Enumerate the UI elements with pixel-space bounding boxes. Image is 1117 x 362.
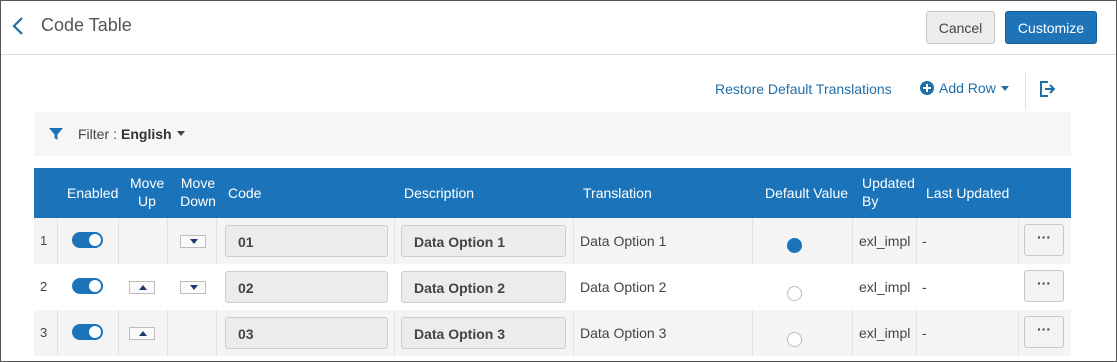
row-actions-button[interactable]: ··· [1024,316,1064,348]
plus-circle-icon [920,81,934,95]
updated-by-text: exl_impl [859,233,911,249]
code-table-page: Code Table Cancel Customize Restore Defa… [0,0,1117,362]
row-actions-button[interactable]: ··· [1024,270,1064,302]
toolbar-divider [1025,73,1026,109]
column-divider [118,310,119,356]
caret-down-icon [1000,85,1009,91]
header-move-up: Move Up [130,175,165,209]
column-divider [1018,310,1019,356]
caret-down-icon[interactable] [177,131,185,136]
column-divider [118,218,119,264]
last-updated-text: - [922,233,927,249]
description-field[interactable]: Data Option 2 [401,271,566,303]
translation-text: Data Option 3 [580,325,667,341]
header-code: Code [228,185,262,201]
column-divider [57,218,58,264]
translation-text: Data Option 2 [580,279,667,295]
column-divider [573,218,574,264]
updated-by-text: exl_impl [859,279,911,295]
description-field[interactable]: Data Option 1 [401,225,566,257]
code-field[interactable]: 01 [225,225,388,257]
add-row-button[interactable]: Add Row [920,80,1009,96]
code-field[interactable]: 03 [225,317,388,349]
translation-text: Data Option 1 [580,233,667,249]
customize-button[interactable]: Customize [1005,11,1097,44]
move-down-button[interactable] [180,235,206,248]
move-down-button[interactable] [180,281,206,294]
enabled-toggle[interactable] [72,278,103,294]
add-row-label: Add Row [939,80,996,96]
code-table: Enabled Move Up Move Down Code Descripti… [34,168,1071,356]
header-last-updated: Last Updated [926,185,1010,201]
arrow-down-icon [190,285,198,290]
column-divider [57,310,58,356]
header-enabled: Enabled [67,185,119,201]
column-divider [916,218,917,264]
column-divider [167,310,168,356]
page-title: Code Table [41,15,132,35]
column-divider [1018,218,1019,264]
column-divider [394,218,395,264]
arrow-down-icon [190,239,198,244]
column-divider [852,310,853,356]
export-icon[interactable] [1038,80,1056,98]
row-number: 2 [40,279,48,294]
enabled-toggle[interactable] [72,324,103,340]
move-up-button[interactable] [129,281,155,294]
header-default-value: Default Value [765,185,849,201]
table-row: 1 01 Data Option 1 Data Option 1 exl_imp… [34,218,1071,264]
column-divider [216,310,217,356]
column-divider [167,218,168,264]
row-number: 3 [40,325,48,340]
column-divider [752,218,753,264]
row-number: 1 [40,233,48,248]
filter-language-dropdown[interactable]: English [121,126,172,142]
filter-funnel-icon [49,128,63,140]
description-field[interactable]: Data Option 3 [401,317,566,349]
updated-by-text: exl_impl [859,325,911,341]
default-value-radio[interactable] [787,286,802,301]
column-divider [394,310,395,356]
row-actions-button[interactable]: ··· [1024,224,1064,256]
cancel-button[interactable]: Cancel [926,11,995,44]
code-field[interactable]: 02 [225,271,388,303]
filter-bar: Filter : English [34,112,1071,156]
page-header: Code Table Cancel Customize [1,1,1116,55]
arrow-up-icon [139,331,147,336]
table-header: Enabled Move Up Move Down Code Descripti… [34,168,1071,218]
enabled-toggle[interactable] [72,232,103,248]
header-updated-by: Updated By [862,175,915,209]
last-updated-text: - [922,279,927,295]
header-move-down: Move Down [180,175,216,209]
column-divider [852,218,853,264]
back-arrow-icon[interactable] [11,15,25,37]
default-value-radio[interactable] [787,332,802,347]
table-row: 2 02 Data Option 2 Data Option 2 exl_imp… [34,264,1071,310]
header-description: Description [404,185,475,201]
restore-default-translations-link[interactable]: Restore Default Translations [715,81,892,97]
last-updated-text: - [922,325,927,341]
default-value-radio[interactable] [787,238,802,253]
column-divider [752,310,753,356]
column-divider [916,310,917,356]
column-divider [216,218,217,264]
header-translation: Translation [583,185,652,201]
filter-label: Filter : [78,126,117,142]
column-divider [573,310,574,356]
arrow-up-icon [139,285,147,290]
table-row: 3 03 Data Option 3 Data Option 3 exl_imp… [34,310,1071,356]
move-up-button[interactable] [129,327,155,340]
